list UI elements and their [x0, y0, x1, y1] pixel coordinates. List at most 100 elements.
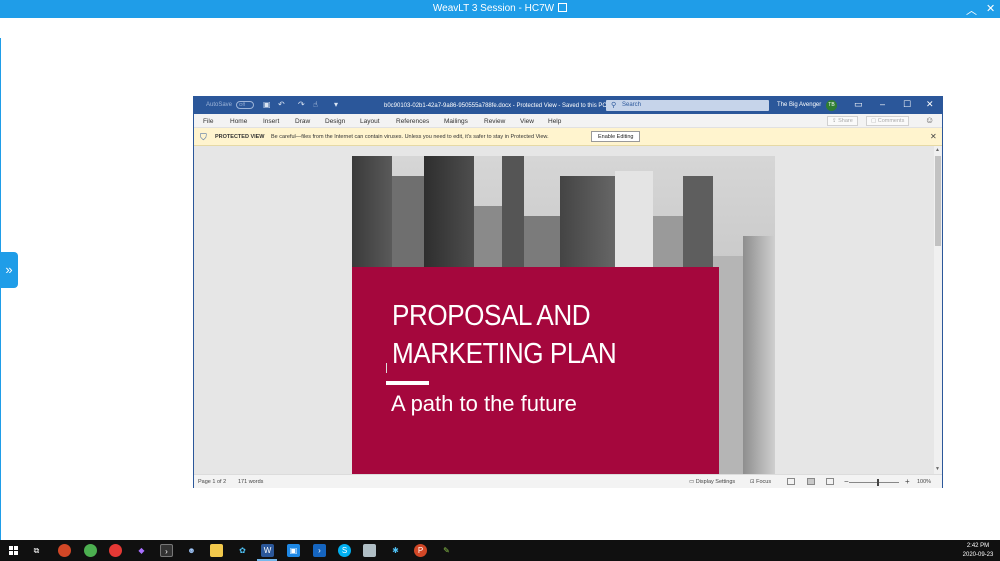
- tab-view[interactable]: View: [520, 118, 534, 125]
- tab-design[interactable]: Design: [325, 118, 345, 125]
- tab-mailings[interactable]: Mailings: [444, 118, 468, 125]
- print-layout-icon[interactable]: [807, 478, 815, 485]
- search-box[interactable]: ⚲ Search: [606, 100, 769, 111]
- word-title-bar: AutoSave Off ▣ ↶ ↷ ☝ ▾ b0c90103-02b1-42a…: [194, 97, 942, 114]
- page-title: PROPOSAL AND MARKETING PLAN: [392, 297, 680, 373]
- powerpoint-icon[interactable]: P: [414, 544, 427, 557]
- tab-home[interactable]: Home: [230, 118, 247, 125]
- tab-file[interactable]: File: [203, 118, 213, 125]
- minimize-icon[interactable]: –: [880, 99, 885, 109]
- chrome-canary-icon[interactable]: [58, 544, 71, 557]
- paint-icon[interactable]: ✎: [440, 544, 453, 557]
- session-border: [0, 38, 1, 540]
- share-label: Share: [838, 118, 853, 124]
- session-title-text: WeavLT 3 Session - HC7W: [432, 3, 555, 14]
- windows-store-icon[interactable]: ✿: [236, 544, 249, 557]
- settings-tool-icon[interactable]: ✱: [389, 544, 402, 557]
- page-title-line-2: MARKETING PLAN: [392, 338, 617, 370]
- network-tool-icon[interactable]: [363, 544, 376, 557]
- comments-button[interactable]: ▢ Comments: [866, 116, 910, 126]
- protected-view-bar: ⛉ PROTECTED VIEW Be careful—files from t…: [194, 128, 942, 146]
- powershell-icon[interactable]: ›: [313, 544, 326, 557]
- file-explorer-icon[interactable]: [210, 544, 223, 557]
- cover-block: PROPOSAL AND MARKETING PLAN A path to th…: [352, 267, 719, 474]
- people-icon[interactable]: ☻: [185, 544, 198, 557]
- ribbon-tabs: File Home Insert Draw Design Layout Refe…: [194, 114, 942, 128]
- comments-label: Comments: [877, 118, 905, 124]
- double-chevron-right-icon: »: [5, 262, 13, 277]
- redo-icon[interactable]: ↷: [298, 100, 305, 109]
- start-button[interactable]: [9, 546, 18, 555]
- title-divider: [386, 381, 429, 385]
- chrome-icon[interactable]: [84, 544, 97, 557]
- tab-layout[interactable]: Layout: [360, 118, 380, 125]
- word-icon[interactable]: W: [261, 544, 274, 557]
- page-subtitle: A path to the future: [391, 391, 577, 416]
- touch-mode-icon[interactable]: ☝: [313, 100, 318, 109]
- visual-studio-icon[interactable]: ◆: [135, 544, 148, 557]
- tab-help[interactable]: Help: [548, 118, 561, 125]
- scrollbar-thumb[interactable]: [935, 156, 941, 246]
- chevron-up-icon[interactable]: ︿: [966, 2, 977, 18]
- close-icon[interactable]: ✕: [930, 132, 937, 141]
- scroll-up-icon[interactable]: ▲: [935, 147, 940, 153]
- maximize-icon[interactable]: ☐: [903, 99, 911, 110]
- customize-toolbar-icon[interactable]: ▾: [334, 100, 338, 109]
- feedback-smiley-icon[interactable]: ☺: [925, 115, 934, 125]
- skype-icon[interactable]: S: [338, 544, 351, 557]
- save-icon[interactable]: ▣: [263, 100, 271, 109]
- autosave-toggle[interactable]: Off: [236, 101, 254, 109]
- enable-editing-button[interactable]: Enable Editing: [591, 131, 641, 142]
- search-placeholder: Search: [622, 102, 642, 108]
- scroll-down-icon[interactable]: ▼: [935, 466, 940, 472]
- display-settings-label: Display Settings: [695, 479, 736, 485]
- tab-review[interactable]: Review: [484, 118, 505, 125]
- undo-icon[interactable]: ↶: [278, 100, 285, 109]
- zoom-slider-thumb[interactable]: [877, 479, 879, 486]
- expand-panel-button[interactable]: »: [0, 252, 18, 288]
- zoom-out-button[interactable]: −: [844, 477, 849, 486]
- document-title: b0c90103-02b1-42a7-9a86-950555a788fe.doc…: [384, 103, 612, 109]
- web-layout-icon[interactable]: [826, 478, 834, 485]
- zoom-slider[interactable]: [849, 482, 899, 483]
- zoom-in-button[interactable]: +: [905, 477, 910, 486]
- protected-view-label: PROTECTED VIEW: [215, 134, 265, 140]
- terminal-icon[interactable]: ›: [160, 544, 173, 557]
- focus-button[interactable]: ⊡ Focus: [750, 479, 771, 485]
- close-window-icon[interactable]: ✕: [926, 99, 934, 110]
- document-canvas[interactable]: PROPOSAL AND MARKETING PLAN A path to th…: [194, 146, 934, 474]
- shield-icon: ⛉: [200, 132, 207, 142]
- avatar[interactable]: TB: [826, 100, 837, 111]
- document-page[interactable]: PROPOSAL AND MARKETING PLAN A path to th…: [352, 156, 775, 474]
- page-count[interactable]: Page 1 of 2: [198, 479, 226, 485]
- word-window: AutoSave Off ▣ ↶ ↷ ☝ ▾ b0c90103-02b1-42a…: [193, 96, 943, 488]
- protected-view-message: Be careful—files from the Internet can c…: [271, 134, 549, 140]
- display-icon: ▭: [689, 479, 696, 485]
- tab-insert[interactable]: Insert: [263, 118, 279, 125]
- chrome-dev-icon[interactable]: [109, 544, 122, 557]
- clock-time: 2:42 PM: [966, 543, 990, 549]
- focus-label: Focus: [756, 479, 772, 485]
- user-name[interactable]: The Big Avenger: [777, 102, 821, 108]
- close-icon[interactable]: ✕: [986, 2, 995, 15]
- read-mode-icon[interactable]: [787, 478, 795, 485]
- ribbon-display-icon[interactable]: ▭: [854, 99, 863, 110]
- system-clock[interactable]: 2:42 PM 2020-09-23: [958, 542, 998, 560]
- remote-desktop-icon[interactable]: ▣: [287, 544, 300, 557]
- tab-draw[interactable]: Draw: [295, 118, 310, 125]
- task-view-icon[interactable]: ⧉: [30, 544, 43, 557]
- tab-references[interactable]: References: [396, 118, 429, 125]
- session-title-bar: WeavLT 3 Session - HC7W ︿ ✕: [0, 0, 1000, 18]
- qr-icon[interactable]: [558, 3, 568, 12]
- autosave-label: AutoSave: [206, 102, 233, 108]
- vertical-scrollbar[interactable]: ▲ ▼: [934, 146, 942, 474]
- zoom-level[interactable]: 100%: [917, 479, 931, 485]
- status-bar: Page 1 of 2 171 words ▭ Display Settings…: [194, 474, 942, 488]
- display-settings-button[interactable]: ▭ Display Settings: [689, 479, 735, 485]
- search-icon: ⚲: [611, 102, 617, 109]
- text-cursor: [386, 363, 387, 373]
- taskbar: ⧉ ◆ › ☻ ✿ W ▣ › S ✱ P ✎ 2:42 PM 2020-09-…: [0, 540, 1000, 561]
- share-button[interactable]: ⇪ Share: [827, 116, 858, 126]
- comment-icon: ▢: [871, 118, 878, 124]
- word-count[interactable]: 171 words: [238, 479, 263, 485]
